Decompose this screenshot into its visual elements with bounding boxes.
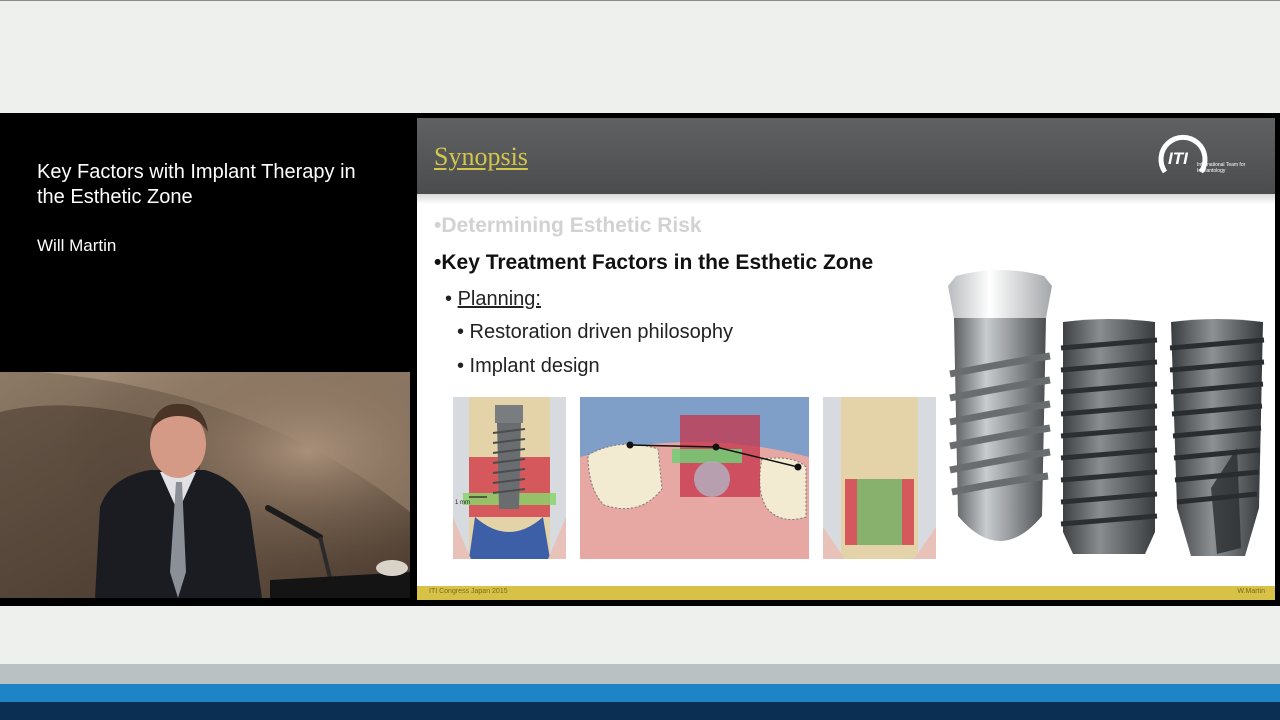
grey-stripe	[0, 664, 1280, 684]
bullet-determining-esthetic-risk: •Determining Esthetic Risk	[434, 214, 702, 237]
talk-title: Key Factors with Implant Therapy in the …	[37, 161, 356, 208]
speaker-name: Will Martin	[37, 236, 117, 255]
implant-crosssection-illustration: 1 mm	[453, 397, 566, 559]
navy-stripe	[0, 702, 1280, 720]
iti-logo-mark: ITI	[1168, 149, 1189, 168]
slide-footer: ITI Congress Japan 2015 W.Martin	[417, 586, 1275, 600]
presentation-slide: Synopsis ITI International Team for Impl…	[417, 118, 1275, 600]
lower-band	[0, 606, 1280, 664]
footer-event: ITI Congress Japan 2015	[429, 588, 508, 595]
iti-logo-text: International Team for Implantology	[1197, 162, 1246, 174]
tissue-crosssection-illustration	[823, 397, 936, 559]
restoration-driven-illustration	[580, 397, 809, 559]
bullet-planning: • Planning:	[445, 288, 541, 311]
bullet-restoration-driven: • Restoration driven philosophy	[457, 321, 734, 343]
bullet-key-treatment-factors: •Key Treatment Factors in the Esthetic Z…	[434, 251, 874, 274]
tapered-implant-image	[1169, 319, 1265, 556]
bullet-implant-design: • Implant design	[457, 355, 600, 377]
slide-title: Synopsis	[434, 142, 528, 171]
tissue-level-implant-image	[948, 270, 1052, 541]
top-letterbox	[0, 0, 1280, 113]
one-mm-label: 1 mm	[455, 500, 470, 506]
bullet-planning-label: Planning:	[457, 288, 541, 310]
lecture-player-frame: Key Factors with Implant Therapy in the …	[0, 0, 1280, 720]
iti-logo: ITI	[1157, 130, 1267, 182]
slide-header-bar	[417, 118, 1275, 194]
bullet-planning-dot: •	[445, 288, 458, 310]
footer-author: W.Martin	[1237, 588, 1265, 595]
slide-header-shadow	[417, 194, 1275, 204]
blue-stripe	[0, 684, 1280, 702]
bone-level-implant-image	[1060, 319, 1158, 554]
speaker-video[interactable]	[0, 372, 410, 598]
